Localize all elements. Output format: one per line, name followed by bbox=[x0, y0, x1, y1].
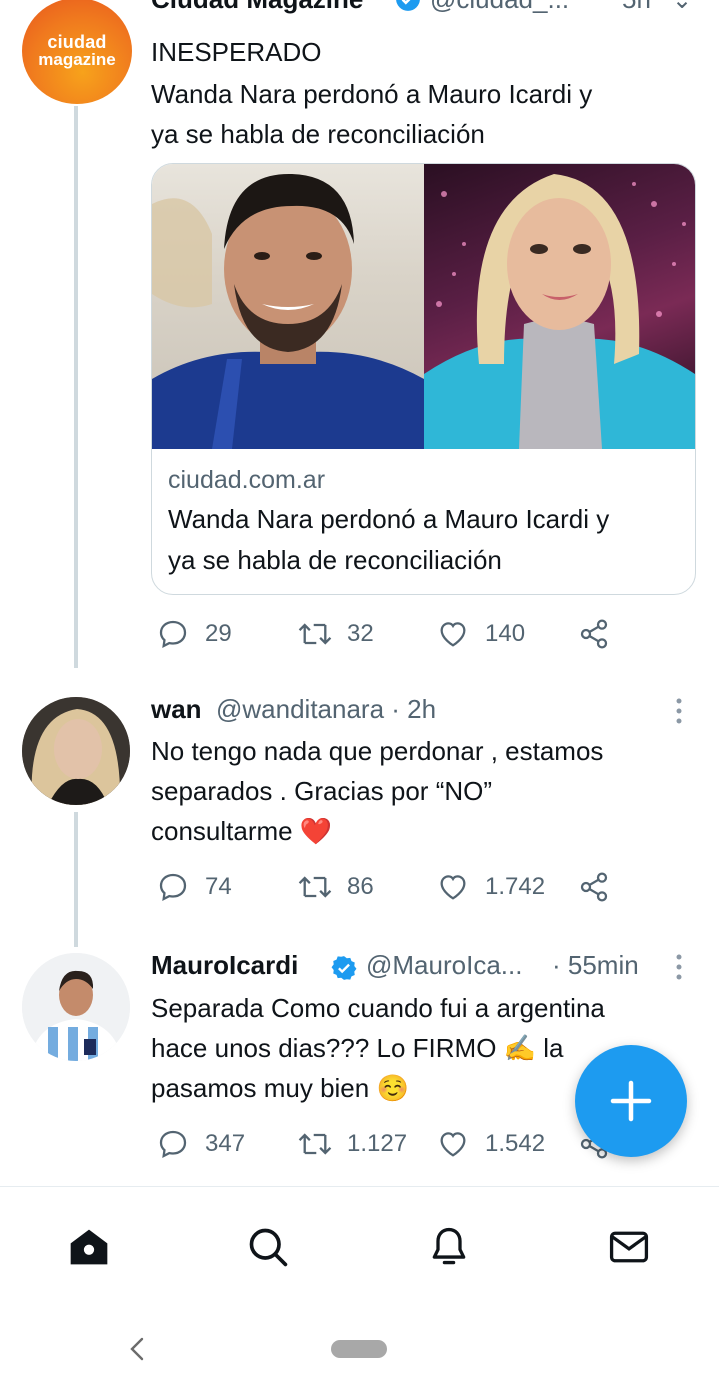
tweet-text-line-1: No tengo nada que perdonar , estamos bbox=[151, 736, 604, 766]
bell-icon[interactable] bbox=[427, 1225, 471, 1274]
retweet-icon bbox=[297, 871, 333, 903]
author-handle[interactable]: @MauroIca... bbox=[366, 950, 522, 981]
home-pill-icon[interactable] bbox=[331, 1340, 387, 1358]
avatar[interactable]: ciudad magazine bbox=[22, 0, 132, 104]
retweet-icon bbox=[297, 618, 333, 650]
plus-icon bbox=[575, 1045, 687, 1157]
more-options-icon[interactable] bbox=[676, 954, 682, 985]
author-name[interactable]: Ciudad Magazine bbox=[151, 0, 363, 15]
reply-button[interactable]: 347 bbox=[157, 1128, 245, 1160]
tweet-text-line-3: ya se habla de reconciliación bbox=[151, 119, 485, 149]
tweet-time: · 55min bbox=[552, 950, 639, 980]
tweet-text-line-3: pasamos muy bien ☺️ bbox=[151, 1073, 409, 1103]
like-count: 1.542 bbox=[485, 1130, 546, 1157]
share-button[interactable] bbox=[578, 618, 610, 650]
retweet-count: 32 bbox=[347, 620, 374, 647]
home-icon[interactable] bbox=[67, 1225, 111, 1274]
heart-icon bbox=[437, 1128, 469, 1160]
like-button[interactable]: 1.742 bbox=[437, 871, 545, 903]
reply-button[interactable]: 74 bbox=[157, 871, 232, 903]
reply-icon bbox=[157, 618, 189, 650]
author-name[interactable]: wan bbox=[151, 694, 202, 725]
card-image-right bbox=[424, 164, 695, 449]
verified-badge-icon bbox=[395, 0, 421, 17]
avatar[interactable] bbox=[22, 697, 130, 805]
retweet-button[interactable]: 86 bbox=[297, 871, 374, 903]
heart-icon bbox=[437, 618, 469, 650]
author-name[interactable]: MauroIcardi bbox=[151, 950, 298, 981]
search-icon[interactable] bbox=[246, 1225, 290, 1274]
retweet-button[interactable]: 32 bbox=[297, 618, 374, 650]
tweet-text-line-1: Separada Como cuando fui a argentina bbox=[151, 993, 605, 1023]
tweet-text-line-2: hace unos dias??? Lo FIRMO ✍️ la bbox=[151, 1033, 564, 1063]
avatar-text-magazine: magazine bbox=[38, 50, 116, 69]
retweet-count: 1.127 bbox=[347, 1130, 408, 1157]
share-icon bbox=[578, 871, 610, 903]
compose-tweet-button[interactable] bbox=[575, 1045, 687, 1157]
more-options-icon[interactable]: ⌄ bbox=[672, 0, 692, 15]
reply-count: 74 bbox=[205, 873, 232, 900]
tweet-text-line-3: consultarme ❤️ bbox=[151, 816, 333, 846]
like-count: 140 bbox=[485, 620, 526, 647]
link-preview-card[interactable]: ciudad.com.ar Wanda Nara perdonó a Mauro… bbox=[151, 163, 696, 595]
reply-icon bbox=[157, 871, 189, 903]
card-title-line-2: ya se habla de reconciliación bbox=[168, 545, 502, 575]
retweet-icon bbox=[297, 1128, 333, 1160]
like-count: 1.742 bbox=[485, 873, 546, 900]
reply-count: 29 bbox=[205, 620, 232, 647]
author-handle[interactable]: @wanditanara · 2h bbox=[216, 694, 436, 725]
reply-icon bbox=[157, 1128, 189, 1160]
share-button[interactable] bbox=[578, 871, 610, 903]
tweet-text-line-1: INESPERADO bbox=[151, 37, 322, 67]
reply-count: 347 bbox=[205, 1130, 246, 1157]
system-navigation-bar bbox=[0, 1306, 719, 1397]
card-image-left bbox=[152, 164, 424, 449]
more-options-icon[interactable] bbox=[676, 698, 682, 729]
verified-badge-icon bbox=[331, 955, 357, 986]
avatar[interactable] bbox=[22, 953, 130, 1061]
share-icon bbox=[578, 618, 610, 650]
envelope-icon[interactable] bbox=[607, 1225, 651, 1274]
author-handle[interactable]: @ciudad_... bbox=[430, 0, 569, 15]
back-icon[interactable] bbox=[128, 1336, 148, 1367]
thread-line-1 bbox=[74, 106, 78, 668]
heart-icon bbox=[437, 871, 469, 903]
retweet-count: 86 bbox=[347, 873, 374, 900]
tweet-text-line-2: separados . Gracias por “NO” bbox=[151, 776, 493, 806]
thread-line-2 bbox=[74, 812, 78, 947]
like-button[interactable]: 140 bbox=[437, 618, 525, 650]
reply-button[interactable]: 29 bbox=[157, 618, 232, 650]
tweet-text-line-2: Wanda Nara perdonó a Mauro Icardi y bbox=[151, 79, 593, 109]
tweet-time: 5h bbox=[622, 0, 651, 15]
retweet-button[interactable]: 1.127 bbox=[297, 1128, 407, 1160]
bottom-navigation bbox=[0, 1186, 719, 1307]
card-title-line-1: Wanda Nara perdonó a Mauro Icardi y bbox=[168, 504, 610, 534]
card-domain: ciudad.com.ar bbox=[168, 466, 326, 494]
like-button[interactable]: 1.542 bbox=[437, 1128, 545, 1160]
